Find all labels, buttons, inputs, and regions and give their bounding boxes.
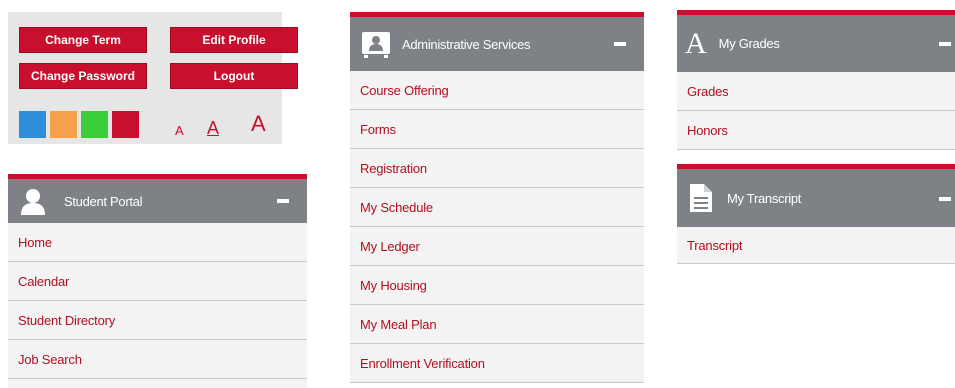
theme-swatch-orange[interactable] <box>50 111 77 138</box>
menu-item-my-schedule[interactable]: My Schedule <box>350 188 644 227</box>
logout-button[interactable]: Logout <box>170 63 298 89</box>
document-icon <box>690 184 712 212</box>
collapse-icon[interactable] <box>277 199 289 203</box>
menu-item-my-meal-plan[interactable]: My Meal Plan <box>350 305 644 344</box>
font-size-small-button[interactable]: A <box>175 124 184 137</box>
my-transcript-title: My Transcript <box>727 190 802 206</box>
font-size-large-button[interactable]: A <box>251 113 266 135</box>
admin-desk-icon <box>362 32 390 58</box>
user-icon <box>21 189 45 215</box>
collapse-icon[interactable] <box>939 197 951 201</box>
theme-swatch-blue[interactable] <box>19 111 46 138</box>
menu-item-transcript[interactable]: Transcript <box>677 227 955 264</box>
student-portal-title: Student Portal <box>64 193 143 209</box>
menu-item-grades[interactable]: Grades <box>677 72 955 111</box>
theme-swatch-green[interactable] <box>81 111 108 138</box>
collapse-icon[interactable] <box>614 42 626 46</box>
theme-swatch-red[interactable] <box>112 111 139 138</box>
student-portal-panel: Student Portal Home Calendar Student Dir… <box>8 174 307 388</box>
grades-letter-icon: A <box>685 26 707 60</box>
menu-item-my-housing[interactable]: My Housing <box>350 266 644 305</box>
menu-item-my-ledger[interactable]: My Ledger <box>350 227 644 266</box>
menu-item-registration[interactable]: Registration <box>350 149 644 188</box>
change-password-button[interactable]: Change Password <box>19 63 147 89</box>
administrative-services-header: Administrative Services <box>350 17 644 71</box>
account-panel: Change Term Edit Profile Change Password… <box>8 12 298 144</box>
menu-item-home[interactable]: Home <box>8 223 307 262</box>
change-term-button[interactable]: Change Term <box>19 27 147 53</box>
my-grades-panel: A My Grades Grades Honors <box>677 10 955 150</box>
my-transcript-header: My Transcript <box>677 169 955 227</box>
administrative-services-title: Administrative Services <box>402 36 531 52</box>
menu-item-course-offering[interactable]: Course Offering <box>350 71 644 110</box>
my-grades-header: A My Grades <box>677 15 955 72</box>
menu-item-student-directory[interactable]: Student Directory <box>8 301 307 340</box>
student-portal-header: Student Portal <box>8 179 307 223</box>
edit-profile-button[interactable]: Edit Profile <box>170 27 298 53</box>
my-transcript-panel: My Transcript Transcript <box>677 164 955 264</box>
font-size-medium-button[interactable]: A <box>207 119 219 137</box>
menu-item-forms[interactable]: Forms <box>350 110 644 149</box>
menu-item-calendar[interactable]: Calendar <box>8 262 307 301</box>
my-grades-title: My Grades <box>718 36 780 51</box>
menu-item-enrollment-verification[interactable]: Enrollment Verification <box>350 344 644 383</box>
menu-item-honors[interactable]: Honors <box>677 111 955 150</box>
menu-item-job-search[interactable]: Job Search <box>8 340 307 379</box>
administrative-services-panel: Administrative Services Course Offering … <box>350 12 644 383</box>
collapse-icon[interactable] <box>939 42 951 46</box>
